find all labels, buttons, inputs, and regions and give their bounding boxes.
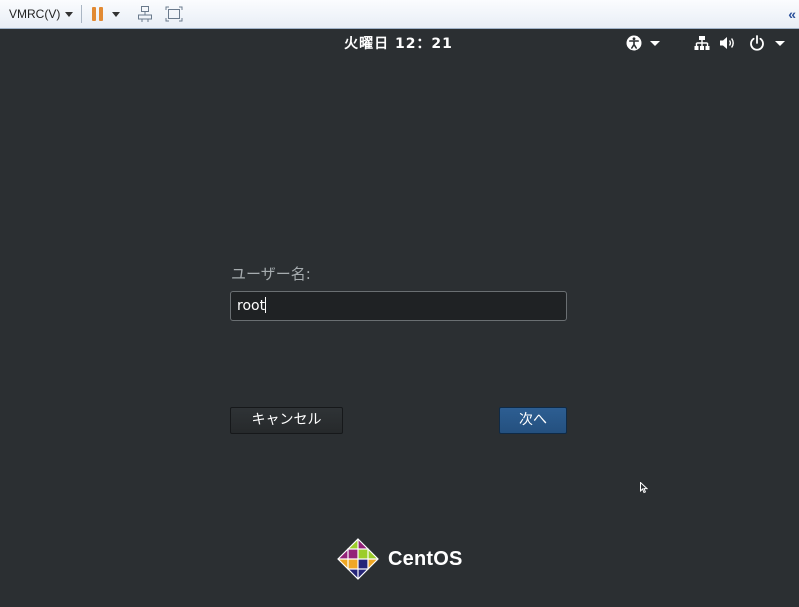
collapse-toolbar-icon[interactable]: «	[788, 6, 796, 22]
vmrc-toolbar: VMRC(V) «	[0, 0, 799, 29]
screen: VMRC(V) « 火曜日 12：21 ユーザー名: root キャンセル 次へ…	[0, 0, 799, 607]
accessibility-icon	[626, 35, 642, 51]
username-label: ユーザー名:	[231, 265, 311, 283]
pause-icon	[92, 7, 104, 21]
cancel-button[interactable]: キャンセル	[230, 407, 343, 434]
chevron-down-icon	[650, 40, 660, 46]
system-tray	[626, 33, 785, 53]
centos-wordmark: CentOS	[388, 547, 463, 570]
fullscreen-icon	[165, 6, 183, 22]
chevron-down-icon	[775, 40, 785, 46]
chevron-down-icon	[65, 11, 74, 17]
system-menu[interactable]	[694, 35, 785, 51]
next-button[interactable]: 次へ	[499, 407, 567, 434]
toolbar-divider	[81, 5, 83, 23]
fullscreen-button[interactable]	[165, 0, 183, 28]
network-device-icon	[138, 6, 153, 22]
chevron-down-icon	[112, 11, 121, 17]
power-icon	[750, 35, 764, 51]
accessibility-menu[interactable]	[626, 35, 660, 51]
text-cursor	[265, 297, 267, 313]
username-value: root	[237, 298, 266, 314]
pause-button[interactable]	[92, 0, 121, 28]
volume-icon	[720, 37, 734, 49]
clock-text: 火曜日 12：21	[344, 36, 453, 52]
send-ctrl-alt-del-button[interactable]	[137, 0, 153, 28]
vmrc-menu-label: VMRC(V)	[9, 7, 61, 21]
centos-logo: CentOS	[336, 537, 463, 581]
mouse-pointer-icon	[640, 482, 648, 494]
username-input[interactable]: root	[230, 291, 567, 321]
network-wired-icon	[694, 36, 710, 50]
centos-emblem-icon	[337, 538, 379, 580]
vmrc-menu-button[interactable]: VMRC(V)	[0, 0, 74, 28]
